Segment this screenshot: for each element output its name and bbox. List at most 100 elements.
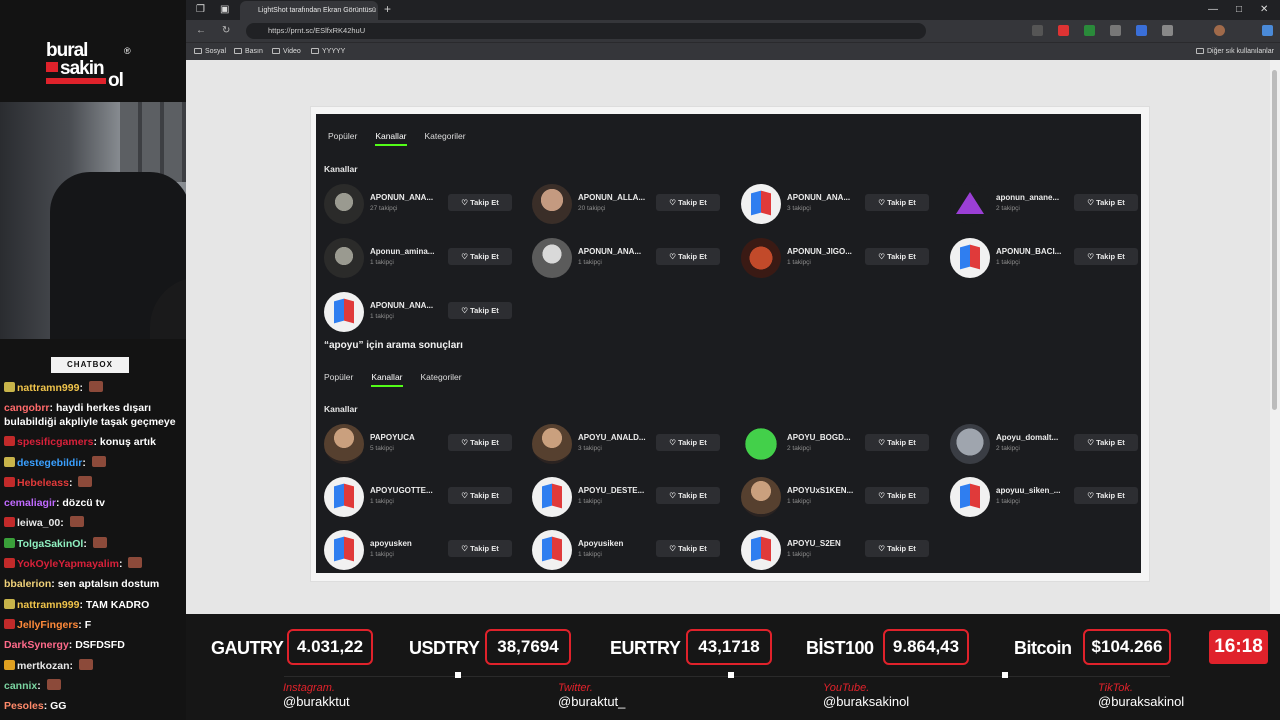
follow-button[interactable]: ♡ Takip Et <box>448 540 512 557</box>
follow-button[interactable]: ♡ Takip Et <box>656 434 720 451</box>
channel-card[interactable]: PAPOYUCA 5 takipçi ♡ Takip Et <box>324 422 524 464</box>
chat-username[interactable]: YokOyleYapmayalim <box>17 558 119 570</box>
channel-card[interactable]: apoyuu_siken_... 1 takipçi ♡ Takip Et <box>950 475 1141 517</box>
social-link[interactable]: YouTube. @buraksakinol <box>823 682 909 710</box>
social-link[interactable]: Instagram. @burakktut <box>283 682 350 710</box>
bookmark-folder[interactable]: Video <box>272 43 301 60</box>
channel-card[interactable]: APONUN_ANA... 1 takipçi ♡ Takip Et <box>532 236 732 278</box>
channel-avatar[interactable] <box>741 184 781 224</box>
other-favorites-folder[interactable]: Diğer sık kullanılanlar <box>1196 43 1274 60</box>
channel-name[interactable]: APOYU_BOGD... <box>787 433 859 442</box>
chat-username[interactable]: Pesoles <box>4 700 44 712</box>
channel-card[interactable]: APONUN_ANA... 3 takipçi ♡ Takip Et <box>741 182 941 224</box>
chat-username[interactable]: cannix <box>4 680 37 692</box>
channel-name[interactable]: APONUN_ANA... <box>370 301 442 310</box>
follow-button[interactable]: ♡ Takip Et <box>448 302 512 319</box>
channel-name[interactable]: APONUN_JIGO... <box>787 247 859 256</box>
bookmark-folder[interactable]: Basın <box>234 43 263 60</box>
channel-avatar[interactable] <box>741 424 781 464</box>
channel-name[interactable]: PAPOYUCA <box>370 433 442 442</box>
chat-username[interactable]: Hebeleass <box>17 477 69 489</box>
channel-avatar[interactable] <box>741 238 781 278</box>
channel-name[interactable]: APOYUGOTTE... <box>370 486 442 495</box>
channel-card[interactable]: Apoyusiken 1 takipçi ♡ Takip Et <box>532 528 732 570</box>
follow-button[interactable]: ♡ Takip Et <box>448 248 512 265</box>
tab-popular[interactable]: Popüler <box>328 131 357 141</box>
follow-button[interactable]: ♡ Takip Et <box>865 487 929 504</box>
channel-card[interactable]: APOYU_DESTE... 1 takipçi ♡ Takip Et <box>532 475 732 517</box>
channel-avatar[interactable] <box>950 424 990 464</box>
channel-card[interactable]: APOYU_ANALD... 3 takipçi ♡ Takip Et <box>532 422 732 464</box>
chat-username[interactable]: cemaliagir <box>4 497 56 509</box>
extension-icon[interactable] <box>1110 25 1121 36</box>
tab-categories[interactable]: Kategoriler <box>425 131 466 141</box>
follow-button[interactable]: ♡ Takip Et <box>865 540 929 557</box>
channel-avatar[interactable] <box>324 238 364 278</box>
channel-card[interactable]: APOYU_S2EN 1 takipçi ♡ Takip Et <box>741 528 941 570</box>
channel-card[interactable]: APOYU_BOGD... 2 takipçi ♡ Takip Et <box>741 422 941 464</box>
chat-username[interactable]: nattramn999 <box>17 599 79 611</box>
new-tab-button[interactable]: + <box>384 0 391 19</box>
chat-username[interactable]: bbalerion <box>4 578 51 590</box>
channel-name[interactable]: APOYU_DESTE... <box>578 486 650 495</box>
follow-button[interactable]: ♡ Takip Et <box>865 248 929 265</box>
channel-name[interactable]: APONUN_ANA... <box>787 193 859 202</box>
follow-button[interactable]: ♡ Takip Et <box>1074 248 1138 265</box>
follow-button[interactable]: ♡ Takip Et <box>865 434 929 451</box>
channel-card[interactable]: APONUN_ALLA... 20 takipçi ♡ Takip Et <box>532 182 732 224</box>
channel-avatar[interactable] <box>324 477 364 517</box>
scrollbar-thumb[interactable] <box>1272 70 1277 410</box>
channel-avatar[interactable] <box>950 477 990 517</box>
channel-avatar[interactable] <box>532 184 572 224</box>
bookmark-folder[interactable]: Sosyal <box>194 43 226 60</box>
channel-card[interactable]: APOYUGOTTE... 1 takipçi ♡ Takip Et <box>324 475 524 517</box>
follow-button[interactable]: ♡ Takip Et <box>448 194 512 211</box>
channel-name[interactable]: Aponun_amina... <box>370 247 442 256</box>
channel-name[interactable]: APOYU_S2EN <box>787 539 859 548</box>
channel-avatar[interactable] <box>532 530 572 570</box>
favorites-icon[interactable] <box>1162 25 1173 36</box>
channel-name[interactable]: APONUN_ANA... <box>370 193 442 202</box>
chat-username[interactable]: spesificgamers <box>17 436 93 448</box>
extension-icon[interactable] <box>1084 25 1095 36</box>
channel-avatar[interactable] <box>532 424 572 464</box>
channel-avatar[interactable] <box>324 292 364 332</box>
maximize-button[interactable]: □ <box>1236 0 1242 19</box>
chat-username[interactable]: JellyFingers <box>17 619 78 631</box>
minimize-button[interactable]: — <box>1208 0 1218 19</box>
chat-username[interactable]: leiwa_00 <box>17 517 60 529</box>
chat-username[interactable]: TolgaSakinOl <box>17 538 83 550</box>
tab-actions-icon[interactable]: ▣ <box>220 0 229 19</box>
channel-card[interactable]: APONUN_ANA... 1 takipçi ♡ Takip Et <box>324 290 524 332</box>
channel-name[interactable]: APONUN_ANA... <box>578 247 650 256</box>
channel-name[interactable]: apoyusken <box>370 539 442 548</box>
social-link[interactable]: TikTok. @buraksakinol <box>1098 682 1184 710</box>
workspaces-icon[interactable]: ❐ <box>196 0 205 19</box>
channel-card[interactable]: apoyusken 1 takipçi ♡ Takip Et <box>324 528 524 570</box>
channel-avatar[interactable] <box>324 530 364 570</box>
reload-icon[interactable]: ↻ <box>222 20 230 42</box>
tab-channels[interactable]: Kanallar <box>375 131 407 146</box>
channel-avatar[interactable] <box>532 238 572 278</box>
channel-name[interactable]: APONUN_BACI... <box>996 247 1068 256</box>
channel-name[interactable]: APONUN_ALLA... <box>578 193 650 202</box>
browser-tab[interactable]: LightShot tarafından Ekran Görüntüsü ✕ <box>240 1 378 20</box>
channel-card[interactable]: APOYUxS1KEN... 1 takipçi ♡ Takip Et <box>741 475 941 517</box>
social-link[interactable]: Twitter. @buraktut_ <box>558 682 625 710</box>
chat-username[interactable]: DarkSynergy <box>4 639 69 651</box>
back-icon[interactable]: ← <box>196 20 206 42</box>
chat-username[interactable]: cangobrr <box>4 402 50 414</box>
extension-icon[interactable] <box>1136 25 1147 36</box>
channel-card[interactable]: Aponun_amina... 1 takipçi ♡ Takip Et <box>324 236 524 278</box>
channel-avatar[interactable] <box>324 184 364 224</box>
follow-button[interactable]: ♡ Takip Et <box>1074 487 1138 504</box>
channel-name[interactable]: Apoyu_domalt... <box>996 433 1068 442</box>
url-field[interactable]: https://prnt.sc/ESlfxRK42huU <box>246 23 926 39</box>
channel-name[interactable]: apoyuu_siken_... <box>996 486 1068 495</box>
tab-channels[interactable]: Kanallar <box>371 372 403 387</box>
channel-avatar[interactable] <box>741 530 781 570</box>
channel-avatar[interactable] <box>532 477 572 517</box>
profile-avatar[interactable] <box>1214 25 1225 36</box>
follow-button[interactable]: ♡ Takip Et <box>865 194 929 211</box>
channel-card[interactable]: aponun_anane... 2 takipçi ♡ Takip Et <box>950 182 1141 224</box>
